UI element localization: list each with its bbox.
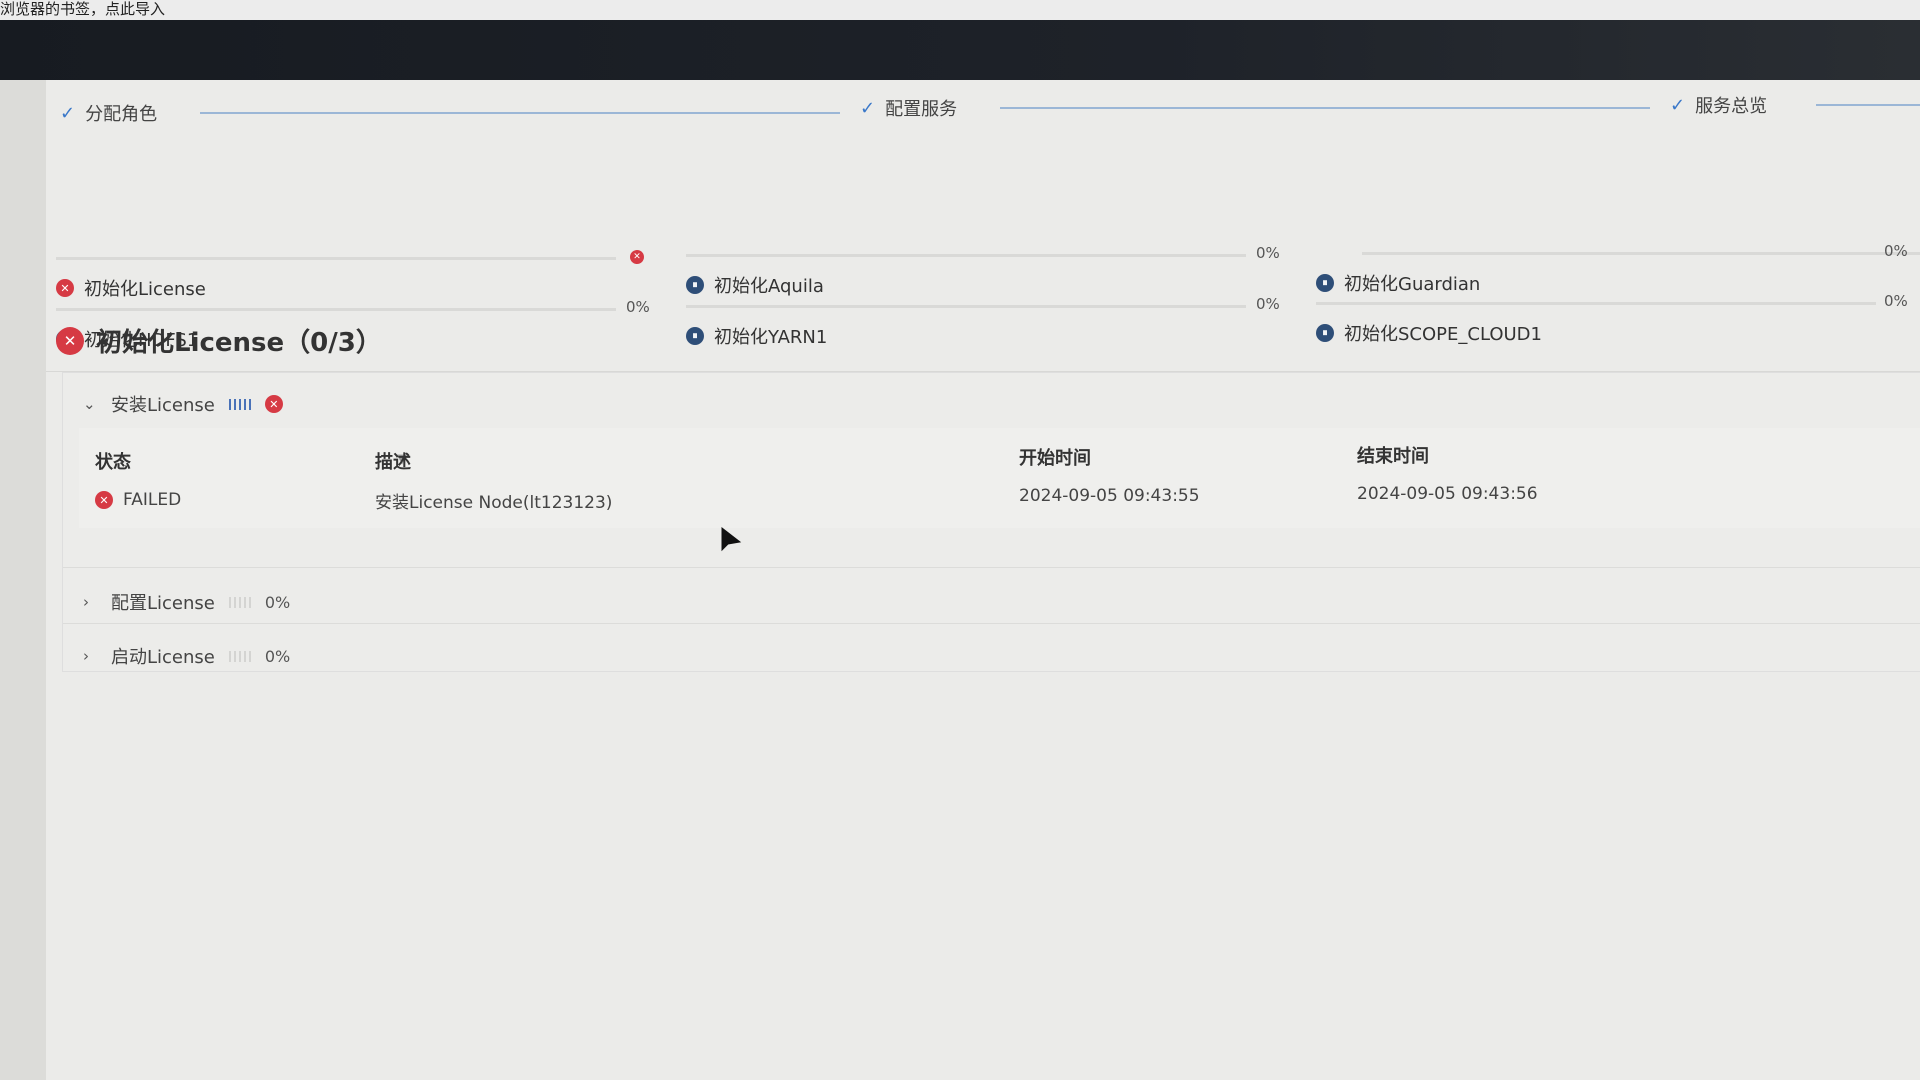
task-config-license[interactable]: › 配置License 0%	[83, 589, 290, 615]
pending-icon: ⏸	[1316, 274, 1334, 292]
column-header-status: 状态	[95, 452, 131, 473]
failed-icon: ✕	[95, 491, 113, 509]
step-configure-services[interactable]: ✓ 配置服务	[860, 95, 957, 121]
column-header-desc: 描述	[375, 452, 411, 473]
check-icon: ✓	[860, 97, 876, 119]
progress-label: 初始化Guardian	[1344, 274, 1481, 295]
task-percent: 0%	[264, 646, 291, 666]
failed-icon: ✕	[56, 279, 74, 297]
step-service-overview[interactable]: ✓ 服务总览	[1670, 92, 1767, 118]
bookmark-bar[interactable]: 浏览器的书签，点此导入	[0, 0, 1920, 20]
progress-item-yarn[interactable]: 0% ⏸ 初始化YARN1	[686, 295, 1306, 351]
check-icon: ✓	[60, 102, 76, 124]
divider	[63, 567, 1920, 568]
step-label: 分配角色	[85, 104, 158, 125]
progress-item-aquila[interactable]: 0% ⏸ 初始化Aquila	[686, 244, 1306, 300]
row-start-time: 2024-09-05 09:43:55	[1019, 486, 1200, 506]
progress-percent: 0%	[1884, 242, 1908, 260]
task-label: 配置License	[111, 593, 215, 614]
step-label: 服务总览	[1695, 96, 1768, 117]
wizard-steps: ✓ 分配角色 ✓ 配置服务 ✓ 服务总览	[60, 95, 1920, 130]
progress-track	[1362, 252, 1920, 255]
progress-percent: 0%	[626, 298, 650, 316]
progress-track	[1316, 302, 1876, 305]
task-group-license: ⌄ 安装License ✕ 状态 ▼ 描述 开始时间 结束时间 ✕ FAILED…	[62, 372, 1920, 672]
chevron-right-icon[interactable]: ›	[83, 647, 97, 665]
progress-label: 初始化License	[84, 279, 206, 300]
task-table: 状态 ▼ 描述 开始时间 结束时间 ✕ FAILED 安装License Nod…	[79, 428, 1920, 528]
failed-icon: ✕	[56, 326, 84, 355]
chevron-down-icon[interactable]: ⌄	[83, 395, 97, 413]
task-install-license[interactable]: ⌄ 安装License ✕	[83, 391, 283, 417]
chevron-right-icon[interactable]: ›	[83, 593, 97, 611]
progress-track	[56, 308, 616, 311]
task-percent: 0%	[264, 592, 291, 612]
divider	[63, 623, 1920, 624]
progress-item-guardian[interactable]: 0% ⏸ 初始化Guardian	[1316, 242, 1920, 298]
progress-percent: 0%	[1256, 244, 1280, 262]
bookmark-import-link[interactable]: 浏览器的书签，点此导入	[0, 0, 165, 18]
pending-icon: ⏸	[686, 276, 704, 294]
pending-icon: ⏸	[1316, 324, 1334, 342]
progress-bars-icon	[228, 650, 251, 662]
section-title-text: 初始化License（0/3）	[96, 328, 382, 358]
column-header-end: 结束时间	[1357, 446, 1429, 467]
column-header-start: 开始时间	[1019, 448, 1091, 469]
task-start-license[interactable]: › 启动License 0%	[83, 643, 290, 669]
step-connector	[1000, 107, 1650, 109]
task-label: 启动License	[111, 647, 215, 668]
progress-track	[686, 305, 1246, 308]
step-connector	[200, 112, 840, 114]
failed-icon: ✕	[264, 395, 283, 413]
progress-label: 初始化YARN1	[714, 327, 828, 348]
section-title: ✕ 初始化License（0/3）	[56, 322, 382, 359]
progress-item-scope-cloud[interactable]: 0% ⏸ 初始化SCOPE_CLOUD1	[1316, 292, 1916, 348]
progress-bars-icon	[228, 596, 251, 608]
check-icon: ✓	[1670, 94, 1686, 116]
row-end-time: 2024-09-05 09:43:56	[1357, 484, 1538, 504]
progress-label: 初始化SCOPE_CLOUD1	[1344, 324, 1542, 345]
step-label: 配置服务	[885, 99, 958, 120]
progress-track	[686, 254, 1246, 257]
pending-icon: ⏸	[686, 327, 704, 345]
top-header-bar	[0, 20, 1920, 80]
step-assign-roles[interactable]: ✓ 分配角色	[60, 100, 157, 126]
status-text: FAILED	[123, 490, 182, 510]
progress-label: 初始化Aquila	[714, 276, 824, 297]
progress-track	[56, 257, 616, 260]
step-connector	[1816, 104, 1920, 106]
left-rail	[0, 80, 46, 1080]
progress-percent: 0%	[1884, 292, 1908, 310]
progress-percent: 0%	[1256, 295, 1280, 313]
progress-bars-icon	[228, 398, 251, 410]
row-status: ✕ FAILED	[95, 490, 181, 510]
main-content: ✓ 分配角色 ✓ 配置服务 ✓ 服务总览 ✕ ✕ 初始化License 0% 初…	[46, 80, 1920, 1080]
task-label: 安装License	[111, 395, 215, 416]
progress-item-license[interactable]: ✕ ✕ 初始化License	[56, 250, 656, 303]
mouse-cursor-icon	[721, 526, 742, 552]
failed-icon: ✕	[630, 250, 644, 264]
row-desc: 安装License Node(lt123123)	[375, 493, 613, 513]
